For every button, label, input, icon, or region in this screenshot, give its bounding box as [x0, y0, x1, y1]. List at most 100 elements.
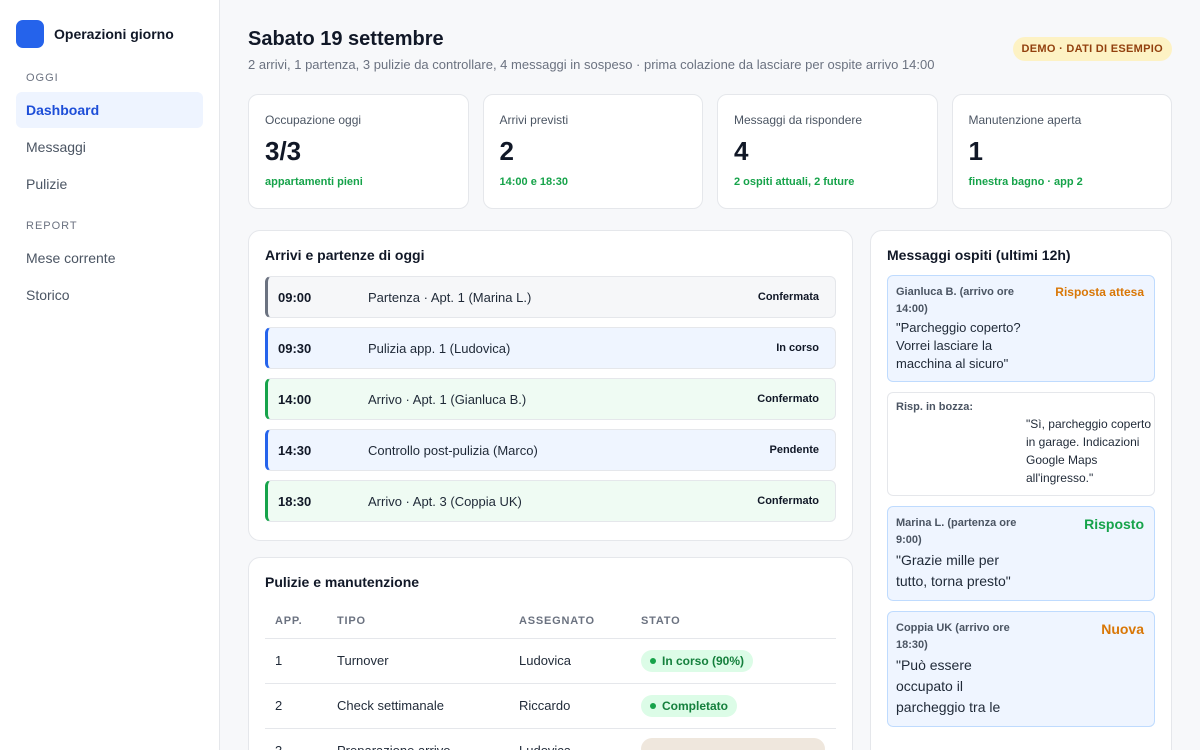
kpi-value: 3/3 [265, 136, 302, 166]
brand-logo-icon [16, 20, 44, 48]
page-header: Sabato 19 settembre 2 arrivi, 1 partenza… [248, 0, 1172, 94]
status-badge-label: In corso (90%) [662, 653, 745, 668]
cleaning-title: Pulizie e manutenzione [265, 574, 420, 590]
nav-section-today: OGGI [26, 72, 59, 84]
table-row[interactable]: 3 Preparazione arrivo Ludovica [265, 728, 836, 750]
schedule-time: 18:30 [278, 493, 312, 509]
message-status: Risposto [1084, 516, 1144, 532]
message-text: "Può essere occupato il parcheggio tra l… [896, 657, 1001, 715]
schedule-status: Pendente [769, 444, 819, 456]
schedule-time: 14:00 [278, 391, 312, 407]
table-header-row: APP. TIPO ASSEGNATO STATO [265, 604, 836, 639]
cell-status: In corso (90%) [631, 638, 836, 684]
kpi-sub: 14:00 e 18:30 [499, 176, 569, 188]
column-header-stato: STATO [631, 604, 836, 639]
messages-title: Messaggi ospiti (ultimi 12h) [887, 247, 1071, 263]
message-status: Nuova [1101, 621, 1144, 637]
status-badge-label: Completato [662, 698, 728, 713]
cell-assigned: Ludovica [509, 638, 631, 684]
brand-name: Operazioni giorno [54, 26, 174, 42]
column-header-app: APP. [265, 604, 327, 639]
main-content: Sabato 19 settembre 2 arrivi, 1 partenza… [248, 0, 1172, 750]
cell-app: 3 [265, 728, 327, 750]
schedule-title: Arrivi e partenze di oggi [265, 247, 425, 263]
sidebar-item-dashboard[interactable]: Dashboard [16, 92, 203, 128]
message-text: "Grazie mille per tutto, torna presto" [896, 552, 1011, 589]
messages-list: Gianluca B. (arrivo ore 14:00) Risposta … [887, 275, 1155, 727]
kpi-label: Occupazione oggi [265, 113, 362, 127]
schedule-status: In corso [776, 342, 819, 354]
status-badge: In corso (90%) [641, 649, 754, 672]
message-item[interactable]: Coppia UK (arrivo ore 18:30) Nuova "Può … [887, 611, 1155, 727]
schedule-row[interactable]: 18:30 Arrivo · Apt. 3 (Coppia UK) Confer… [265, 480, 836, 522]
cell-status [631, 728, 836, 750]
kpi-value: 1 [968, 136, 983, 166]
kpi-card-maintenance[interactable]: Manutenzione aperta 1 finestra bagno · a… [951, 94, 1172, 209]
kpi-value: 2 [499, 136, 514, 166]
cell-type: Turnover [327, 638, 509, 684]
sidebar-item-mese-corrente[interactable]: Mese corrente [16, 240, 203, 276]
cell-status: Completato [631, 683, 836, 729]
schedule-row[interactable]: 14:00 Arrivo · Apt. 1 (Gianluca B.) Conf… [265, 378, 836, 420]
draft-reply[interactable]: Risp. in bozza: "Sì, parcheggio coperto … [887, 392, 1155, 496]
message-author: Marina L. (partenza ore 9:00) [896, 517, 1017, 546]
schedule-time: 09:00 [278, 289, 312, 305]
message-status: Risposta attesa [1055, 285, 1144, 299]
kpi-row: Occupazione oggi 3/3 appartamenti pieni … [248, 94, 1172, 209]
table-row[interactable]: 1 Turnover Ludovica In corso (90%) [265, 638, 836, 684]
column-header-tipo: TIPO [327, 604, 509, 639]
sidebar-item-storico[interactable]: Storico [16, 277, 203, 313]
cell-app: 1 [265, 638, 327, 684]
schedule-card: Arrivi e partenze di oggi 09:00 Partenza… [248, 230, 853, 541]
cell-assigned: Riccardo [509, 683, 631, 729]
schedule-row[interactable]: 09:00 Partenza · Apt. 1 (Marina L.) Conf… [265, 276, 836, 318]
message-author: Coppia UK (arrivo ore 18:30) [896, 622, 1010, 651]
sidebar-item-pulizie[interactable]: Pulizie [16, 166, 203, 202]
status-dot-icon [650, 702, 656, 709]
sidebar: Operazioni giorno OGGI Dashboard Messagg… [0, 0, 220, 750]
kpi-label: Messaggi da rispondere [734, 113, 863, 127]
cell-app: 2 [265, 683, 327, 729]
schedule-row[interactable]: 09:30 Pulizia app. 1 (Ludovica) In corso [265, 327, 836, 369]
schedule-row[interactable]: 14:30 Controllo post-pulizia (Marco) Pen… [265, 429, 836, 471]
cell-type: Preparazione arrivo [327, 728, 509, 750]
kpi-label: Manutenzione aperta [968, 113, 1082, 127]
kpi-sub: finestra bagno · app 2 [968, 176, 1083, 188]
cell-assigned: Ludovica [509, 728, 631, 750]
schedule-desc: Partenza · Apt. 1 (Marina L.) [368, 289, 532, 305]
cleaning-table: APP. TIPO ASSEGNATO STATO 1 Turnover Lud… [265, 604, 836, 750]
kpi-sub: 2 ospiti attuali, 2 future [734, 176, 855, 188]
schedule-desc: Arrivo · Apt. 3 (Coppia UK) [368, 493, 522, 509]
kpi-card-occupancy[interactable]: Occupazione oggi 3/3 appartamenti pieni [248, 94, 469, 209]
schedule-status: Confermata [757, 291, 819, 303]
kpi-card-messages[interactable]: Messaggi da rispondere 4 2 ospiti attual… [717, 94, 938, 209]
nav-section-report: REPORT [26, 220, 78, 232]
status-badge [641, 738, 825, 750]
messages-card: Messaggi ospiti (ultimi 12h) Gianluca B.… [870, 230, 1172, 750]
schedule-time: 09:30 [278, 340, 312, 356]
cleaning-card: Pulizie e manutenzione APP. TIPO ASSEGNA… [248, 557, 853, 750]
column-header-assegnato: ASSEGNATO [509, 604, 631, 639]
schedule-desc: Pulizia app. 1 (Ludovica) [368, 340, 511, 356]
kpi-label: Arrivi previsti [499, 113, 569, 127]
schedule-desc: Controllo post-pulizia (Marco) [368, 442, 538, 458]
status-badge: Completato [641, 694, 737, 717]
message-item[interactable]: Gianluca B. (arrivo ore 14:00) Risposta … [887, 275, 1155, 382]
kpi-value: 4 [734, 136, 749, 166]
kpi-sub: appartamenti pieni [265, 176, 363, 188]
message-text: "Parcheggio coperto? Vorrei lasciare la … [896, 320, 1021, 371]
kpi-card-arrivals[interactable]: Arrivi previsti 2 14:00 e 18:30 [482, 94, 703, 209]
sidebar-item-messaggi[interactable]: Messaggi [16, 129, 203, 165]
message-item[interactable]: Marina L. (partenza ore 9:00) Risposto "… [887, 506, 1155, 601]
draft-label: Risp. in bozza: [896, 401, 973, 413]
cell-type: Check settimanale [327, 683, 509, 729]
draft-text: "Sì, parcheggio coperto in garage. Indic… [1026, 417, 1152, 485]
schedule-status: Confermato [757, 495, 819, 507]
schedule-desc: Arrivo · Apt. 1 (Gianluca B.) [368, 391, 527, 407]
message-author: Gianluca B. (arrivo ore 14:00) [896, 286, 1014, 315]
status-dot-icon [650, 657, 656, 664]
table-row[interactable]: 2 Check settimanale Riccardo Completato [265, 683, 836, 729]
schedule-time: 14:30 [278, 442, 312, 458]
schedule-list: 09:00 Partenza · Apt. 1 (Marina L.) Conf… [265, 276, 836, 522]
schedule-status: Confermato [757, 393, 819, 405]
